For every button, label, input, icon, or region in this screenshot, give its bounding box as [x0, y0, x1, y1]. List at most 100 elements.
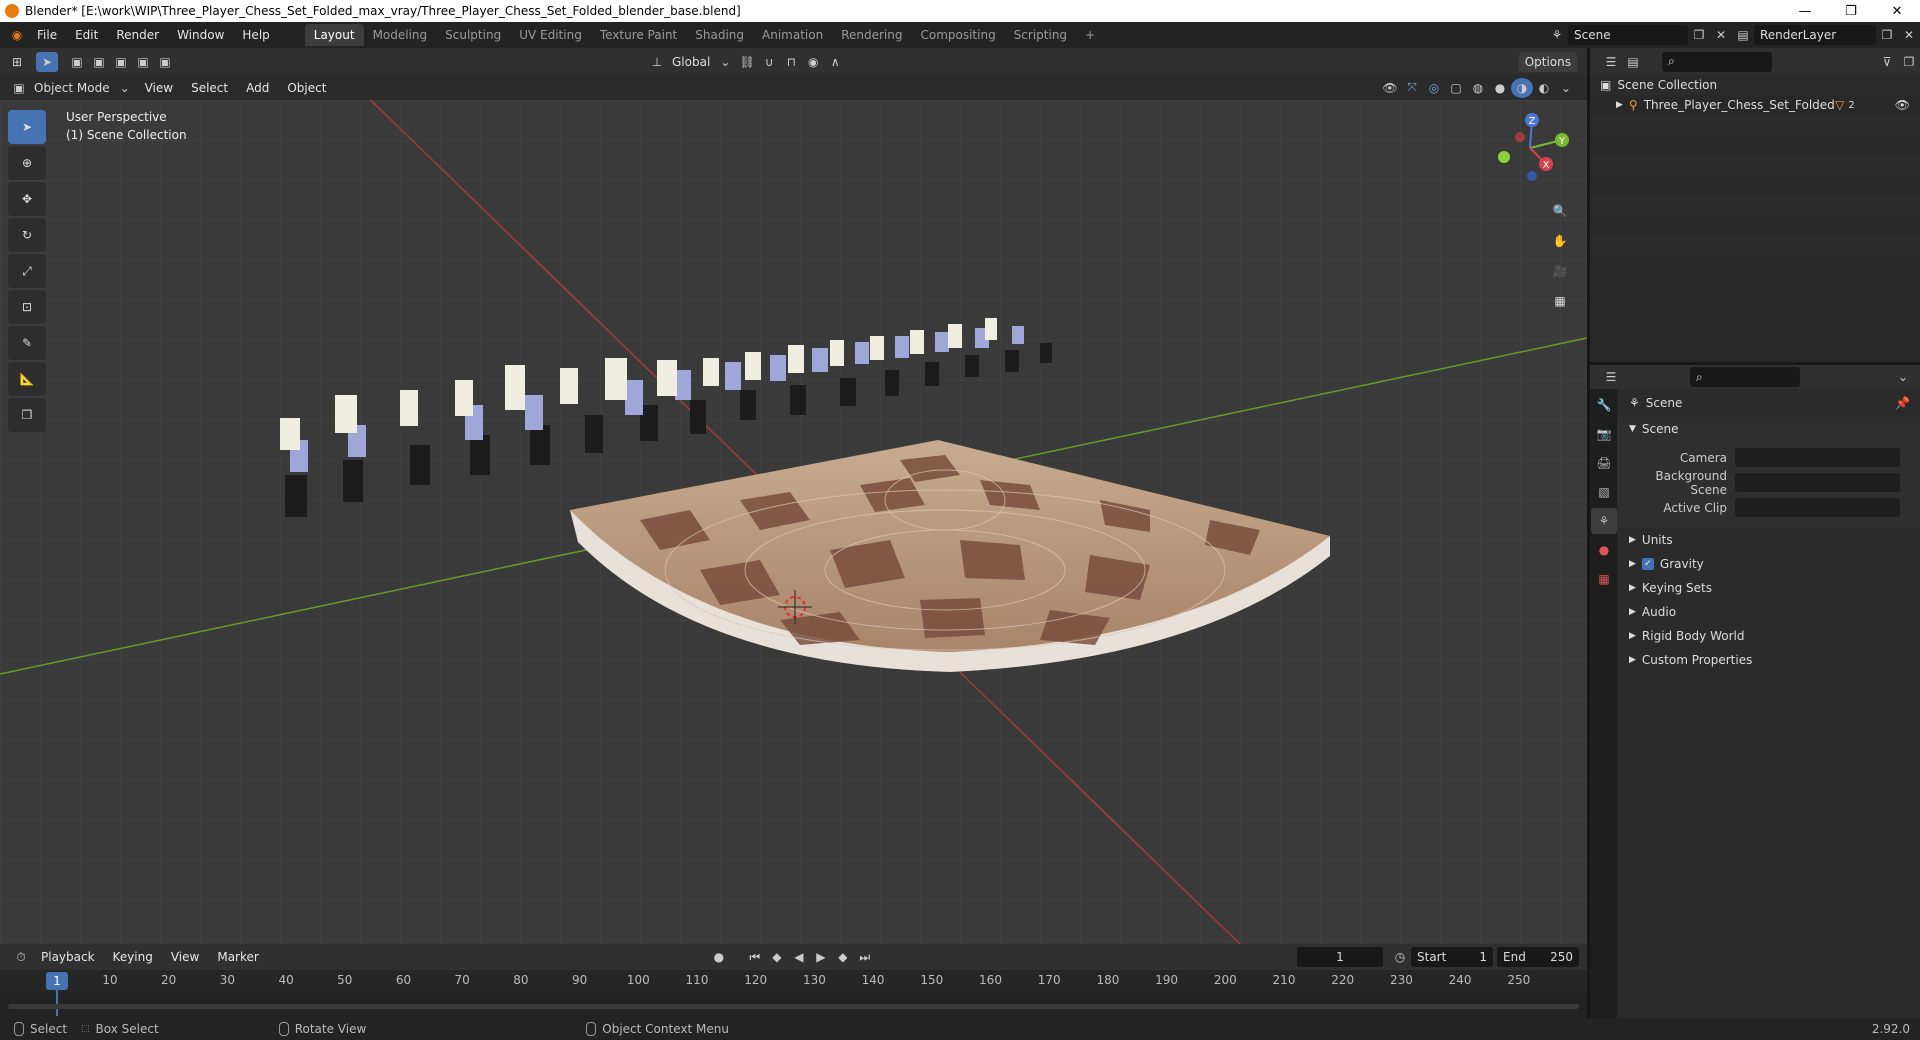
menu-marker[interactable]: Marker [208, 950, 267, 964]
gravity-panel[interactable]: ▶ ✓ Gravity [1617, 552, 1920, 576]
snap-target-icon[interactable]: ⊓ [780, 52, 802, 72]
measure-tool[interactable]: 📐 [8, 362, 46, 396]
jump-start-icon[interactable]: ⏮ [744, 947, 766, 967]
close-button[interactable]: ✕ [1874, 0, 1920, 22]
wireframe-shading-icon[interactable]: ◍ [1467, 78, 1489, 98]
cursor-tool[interactable]: ⊕ [8, 146, 46, 180]
play-icon[interactable]: ▶ [810, 947, 832, 967]
solid-shading-icon[interactable]: ● [1489, 78, 1511, 98]
menu-timeline-view[interactable]: View [162, 950, 208, 964]
outliner-search-input[interactable]: ⌕ [1662, 51, 1772, 72]
world-tab-icon[interactable]: ● [1591, 537, 1617, 563]
menu-render[interactable]: Render [107, 28, 168, 42]
tab-shading[interactable]: Shading [686, 24, 753, 46]
xray-icon[interactable]: ▢ [1445, 78, 1467, 98]
current-frame-field[interactable]: 1 [1297, 947, 1383, 967]
restore-button[interactable]: ❐ [1828, 0, 1874, 22]
editor-type-icon[interactable]: ⊞ [6, 52, 28, 72]
expand-arrow-icon[interactable]: ▶ [1616, 100, 1623, 110]
annotate-tool[interactable]: ✎ [8, 326, 46, 360]
select-intersect-icon[interactable]: ▣ [154, 52, 176, 72]
next-keyframe-icon[interactable]: ◆ [832, 947, 854, 967]
pin-icon[interactable]: 📌 [1895, 396, 1910, 410]
camera-value[interactable] [1735, 448, 1900, 467]
scene-panel-header[interactable]: ▼ Scene [1617, 417, 1920, 441]
tab-compositing[interactable]: Compositing [911, 24, 1004, 46]
visibility-icon[interactable]: 👁 [1379, 78, 1401, 98]
menu-help[interactable]: Help [233, 28, 278, 42]
properties-search-input[interactable]: ⌕ [1690, 367, 1800, 387]
tab-scripting[interactable]: Scripting [1005, 24, 1076, 46]
menu-edit[interactable]: Edit [66, 28, 107, 42]
rigid-body-world-panel[interactable]: ▶ Rigid Body World [1617, 624, 1920, 648]
options-dropdown[interactable]: Options [1518, 51, 1577, 72]
timeline-track[interactable] [0, 992, 1587, 1018]
texture-tab-icon[interactable]: ▦ [1591, 566, 1617, 592]
tab-sculpting[interactable]: Sculpting [436, 24, 510, 46]
camera-view-icon[interactable]: 🎥 [1547, 258, 1573, 284]
audio-panel[interactable]: ▶ Audio [1617, 600, 1920, 624]
3d-viewport[interactable]: ➤ ⊕ ✥ ↻ ⤢ ⊡ ✎ 📐 ❒ User Perspective (1) S… [0, 100, 1587, 944]
end-frame-field[interactable]: End 250 [1497, 947, 1579, 967]
menu-window[interactable]: Window [168, 28, 233, 42]
gravity-checkbox[interactable]: ✓ [1641, 558, 1654, 570]
select-invert-icon[interactable]: ▣ [132, 52, 154, 72]
menu-keying[interactable]: Keying [104, 950, 162, 964]
menu-file[interactable]: File [28, 28, 66, 42]
chevron-down-icon[interactable]: ⌄ [114, 78, 136, 98]
menu-playback[interactable]: Playback [32, 950, 104, 964]
select-extend-icon[interactable]: ▣ [88, 52, 110, 72]
custom-properties-panel[interactable]: ▶ Custom Properties [1617, 648, 1920, 672]
playhead[interactable]: 1 [46, 972, 68, 990]
clock-icon[interactable]: ◷ [1389, 947, 1411, 967]
timeline-scrollbar[interactable] [8, 1004, 1579, 1009]
shading-options-icon[interactable]: ⌄ [1555, 78, 1577, 98]
move-tool[interactable]: ✥ [8, 182, 46, 216]
camera-field[interactable]: Camera [1617, 445, 1920, 470]
chevron-down-icon[interactable]: ⌄ [1892, 367, 1914, 387]
keying-sets-panel[interactable]: ▶ Keying Sets [1617, 576, 1920, 600]
jump-end-icon[interactable]: ⏭ [854, 947, 876, 967]
blender-menu-icon[interactable]: ◉ [6, 25, 28, 45]
delete-scene-icon[interactable]: ✕ [1710, 25, 1732, 45]
output-tab-icon[interactable]: 🖨 [1591, 450, 1617, 476]
pan-icon[interactable]: ✋ [1547, 228, 1573, 254]
add-workspace-button[interactable]: + [1076, 24, 1104, 46]
outliner-row-scene-collection[interactable]: ▣ Scene Collection [1590, 75, 1920, 95]
orientation-dropdown[interactable]: Global [668, 55, 714, 69]
select-new-icon[interactable]: ▣ [66, 52, 88, 72]
start-frame-field[interactable]: Start 1 [1411, 947, 1493, 967]
material-shading-icon[interactable]: ◑ [1511, 77, 1533, 98]
background-scene-value[interactable] [1735, 473, 1900, 492]
chevron-down-icon[interactable]: ⌄ [714, 52, 736, 72]
delete-layer-icon[interactable]: ✕ [1898, 25, 1920, 45]
navigation-gizmo[interactable]: Z Y X [1490, 110, 1580, 190]
filter-icon[interactable]: ⊽ [1876, 52, 1898, 72]
outliner-row-object[interactable]: ▶ ⚲ Three_Player_Chess_Set_Folded ▽ 2 👁 [1590, 95, 1920, 115]
falloff-icon[interactable]: ∧ [824, 52, 846, 72]
tab-layout[interactable]: Layout [304, 24, 364, 46]
minimize-button[interactable]: — [1782, 0, 1828, 22]
rendered-shading-icon[interactable]: ◐ [1533, 78, 1555, 98]
tab-animation[interactable]: Animation [753, 24, 832, 46]
menu-object[interactable]: Object [278, 81, 335, 95]
tool-tab-icon[interactable]: 🔧 [1591, 392, 1617, 418]
tab-rendering[interactable]: Rendering [832, 24, 911, 46]
tab-texture-paint[interactable]: Texture Paint [591, 24, 686, 46]
properties-editor-icon[interactable]: ☰ [1600, 367, 1622, 387]
active-clip-field[interactable]: Active Clip [1617, 495, 1920, 520]
eye-icon[interactable]: 👁 [1895, 98, 1910, 112]
overlay-icon[interactable]: ◎ [1423, 78, 1445, 98]
menu-view[interactable]: View [136, 81, 182, 95]
active-clip-value[interactable] [1735, 498, 1900, 517]
render-layer-selector[interactable]: RenderLayer [1754, 25, 1876, 45]
pivot-icon[interactable]: ⛓ [736, 52, 758, 72]
background-scene-field[interactable]: Background Scene [1617, 469, 1920, 497]
add-cube-tool[interactable]: ❒ [8, 398, 46, 432]
scene-tab-icon[interactable]: ⚘ [1591, 508, 1617, 534]
tab-modeling[interactable]: Modeling [364, 24, 437, 46]
snap-icon[interactable]: ∪ [758, 52, 780, 72]
units-panel[interactable]: ▶ Units [1617, 528, 1920, 552]
select-subtract-icon[interactable]: ▣ [110, 52, 132, 72]
scale-tool[interactable]: ⤢ [8, 254, 46, 288]
